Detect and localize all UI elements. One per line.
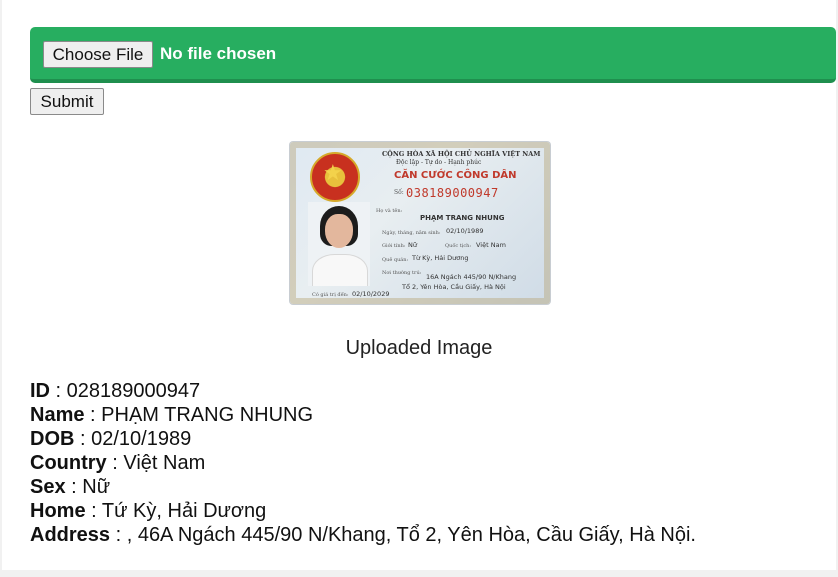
- card-name: PHẠM TRANG NHUNG: [420, 214, 505, 222]
- info-row-dob: DOB : 02/10/1989: [30, 427, 696, 451]
- photo-face: [325, 214, 353, 248]
- info-value: : Việt Nam: [106, 452, 206, 474]
- info-label: Country: [30, 452, 107, 474]
- uploaded-id-card-image: ★ CỘNG HÒA XÃ HỘI CHỦ NGHĨA VIỆT NAM Độc…: [290, 142, 550, 304]
- card-nation: CỘNG HÒA XÃ HỘI CHỦ NGHĨA VIỆT NAM: [382, 150, 541, 158]
- page-panel: Choose File No file chosen Submit ★ CỘNG…: [2, 0, 836, 570]
- card-number-label: Số:: [394, 189, 404, 196]
- info-row-name: Name : PHẠM TRANG NHUNG: [30, 403, 696, 427]
- info-label: Address: [30, 524, 111, 546]
- extracted-info-list: ID : 028189000947 Name : PHẠM TRANG NHUN…: [30, 379, 696, 547]
- info-row-address: Address : , 46A Ngách 445/90 N/Khang, Tổ…: [30, 523, 696, 547]
- card-country-label: Quốc tịch:: [445, 243, 472, 249]
- card-motto: Độc lập - Tự do - Hạnh phúc: [396, 159, 482, 166]
- card-name-label: Họ và tên:: [376, 208, 403, 214]
- info-label: Home: [30, 500, 86, 522]
- card-address-label: Nơi thường trú:: [382, 270, 422, 276]
- choose-file-button[interactable]: Choose File: [43, 41, 153, 68]
- card-country: Việt Nam: [476, 241, 506, 249]
- card-sex-label: Giới tính:: [382, 243, 406, 249]
- submit-button[interactable]: Submit: [30, 88, 104, 115]
- image-caption: Uploaded Image: [345, 337, 493, 359]
- card-address-line1: 16A Ngách 445/90 N/Khang: [426, 273, 517, 281]
- info-label: Sex: [30, 476, 66, 498]
- card-home: Từ Kỳ, Hải Dương: [412, 254, 469, 262]
- info-label: DOB: [30, 428, 75, 450]
- card-dob-label: Ngày, tháng, năm sinh:: [382, 230, 441, 236]
- info-value: : 028189000947: [50, 380, 201, 402]
- info-label: ID: [30, 380, 50, 402]
- info-row-id: ID : 028189000947: [30, 379, 696, 403]
- info-row-country: Country : Việt Nam: [30, 451, 696, 475]
- card-dob: 02/10/1989: [446, 227, 484, 235]
- info-row-sex: Sex : Nữ: [30, 475, 696, 499]
- portrait-photo: [308, 202, 370, 286]
- card-title: CĂN CƯỚC CÔNG DÂN: [394, 170, 517, 181]
- info-label: Name: [30, 404, 85, 426]
- card-expiry-label: Có giá trị đến:: [312, 292, 349, 298]
- file-upload-bar: Choose File No file chosen: [30, 27, 836, 83]
- file-status-text: No file chosen: [160, 44, 277, 63]
- info-value: : PHẠM TRANG NHUNG: [84, 404, 314, 426]
- card-address-line2: Tổ 2, Yên Hòa, Cầu Giấy, Hà Nội: [402, 283, 506, 291]
- info-row-home: Home : Tứ Kỳ, Hải Dương: [30, 499, 696, 523]
- photo-shirt: [312, 254, 368, 286]
- info-value: : Nữ: [65, 476, 111, 498]
- star-icon: ★: [323, 160, 343, 185]
- info-value: : , 46A Ngách 445/90 N/Khang, Tổ 2, Yên …: [110, 524, 696, 546]
- info-value: : 02/10/1989: [74, 428, 192, 450]
- card-sex: Nữ: [408, 241, 417, 249]
- info-value: : Tứ Kỳ, Hải Dương: [85, 500, 267, 522]
- national-emblem-icon: ★: [310, 152, 360, 202]
- card-number: 038189000947: [406, 186, 499, 200]
- card-expiry: 02/10/2029: [352, 290, 390, 298]
- card-home-label: Quê quán:: [382, 257, 409, 263]
